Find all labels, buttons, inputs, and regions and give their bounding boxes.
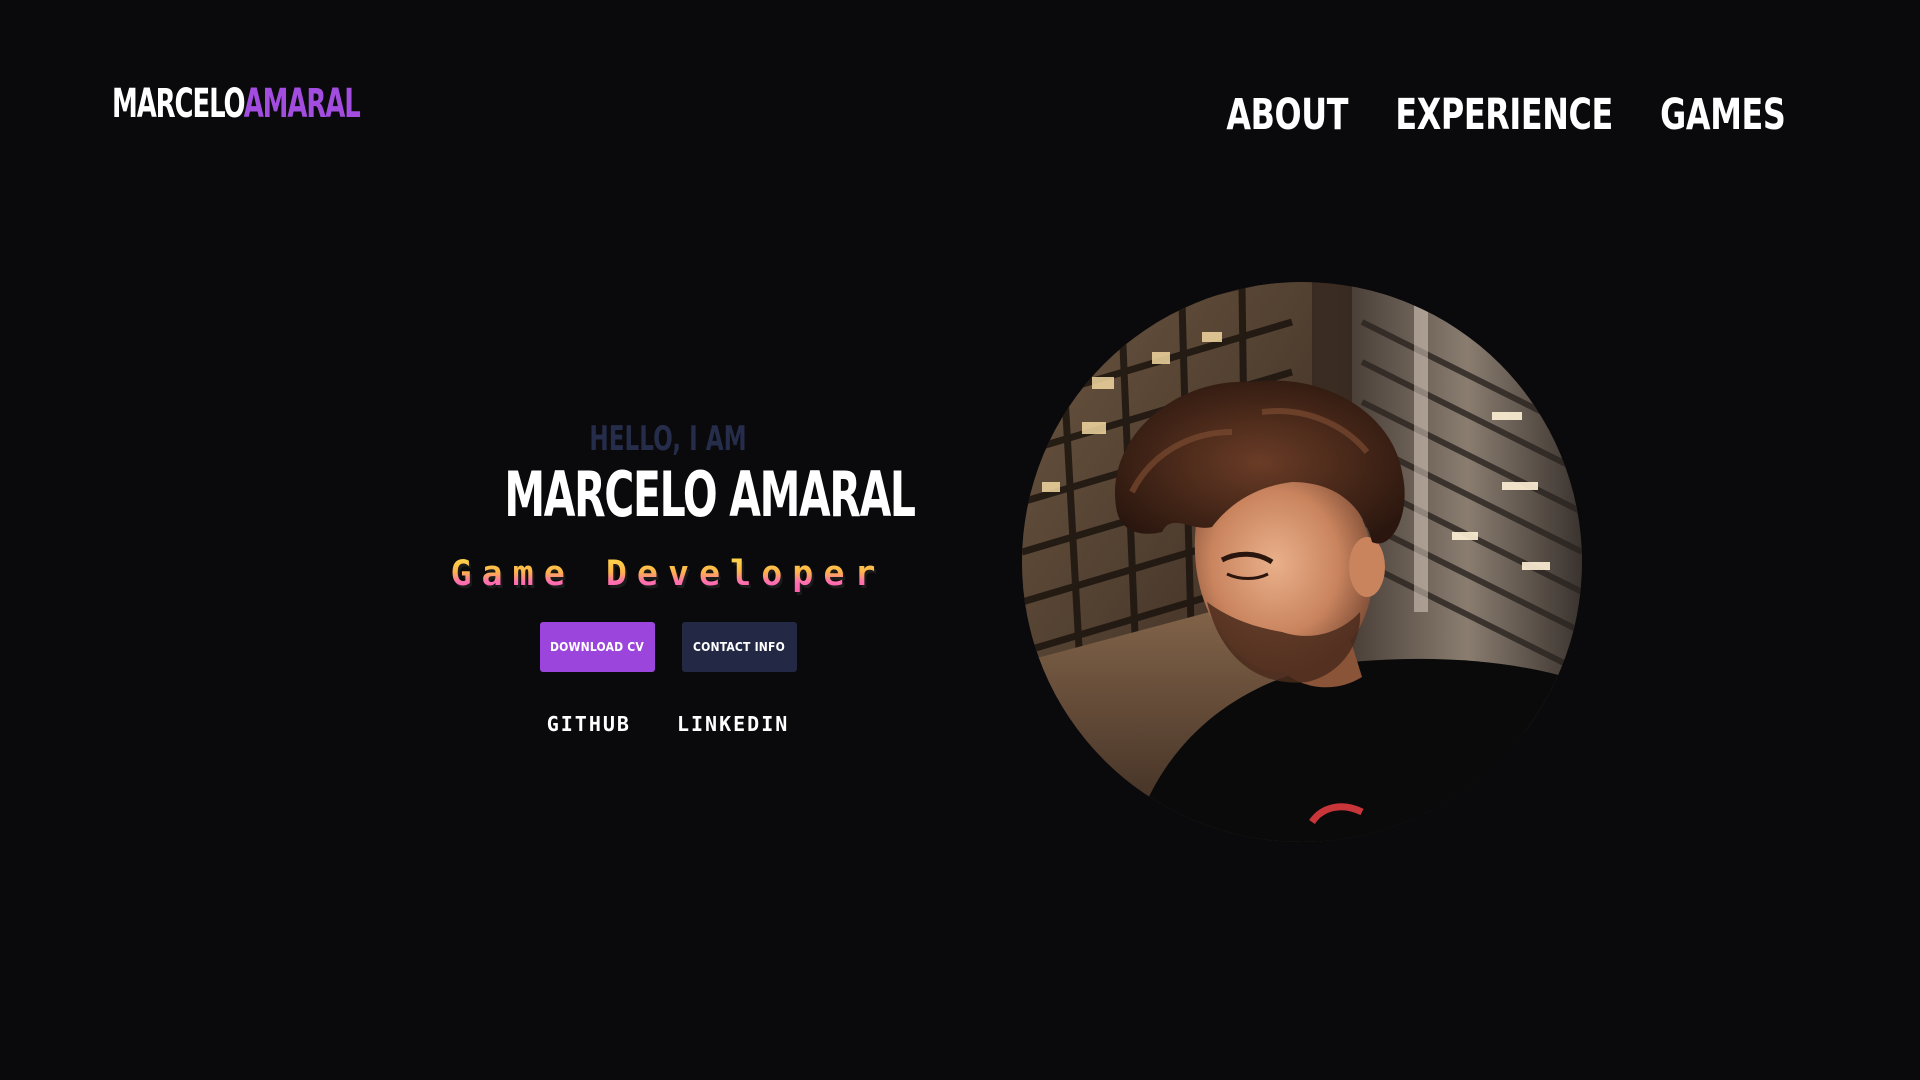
hero-greeting: HELLO, I AM: [589, 419, 747, 459]
page: MARCELOAMARAL ABOUT EXPERIENCE GAMES HEL…: [0, 0, 1920, 1080]
linkedin-link[interactable]: LINKEDIN: [677, 712, 789, 736]
profile-photo-illustration: [1022, 282, 1582, 842]
github-link[interactable]: GITHUB: [547, 712, 631, 736]
site-logo[interactable]: MARCELOAMARAL: [112, 81, 361, 127]
nav-link-games[interactable]: GAMES: [1660, 94, 1786, 137]
hero-intro: HELLO, I AM MARCELO AMARAL Game Develope…: [420, 420, 916, 736]
nav-link-about[interactable]: ABOUT: [1226, 94, 1348, 137]
logo-first-name: MARCELO: [112, 81, 245, 127]
logo-last-name: AMARAL: [243, 81, 361, 127]
social-links: GITHUB LINKEDIN: [420, 712, 916, 736]
hero-name: MARCELO AMARAL: [504, 458, 916, 531]
hero-buttons: DOWNLOAD CV CONTACT INFO: [420, 622, 916, 672]
hero-role: Game Developer: [420, 554, 916, 594]
profile-photo: [1022, 282, 1582, 842]
contact-info-button[interactable]: CONTACT INFO: [681, 622, 797, 672]
main-nav: ABOUT EXPERIENCE GAMES: [1226, 94, 1785, 137]
download-cv-button[interactable]: DOWNLOAD CV: [539, 622, 655, 672]
nav-link-experience[interactable]: EXPERIENCE: [1395, 94, 1613, 137]
